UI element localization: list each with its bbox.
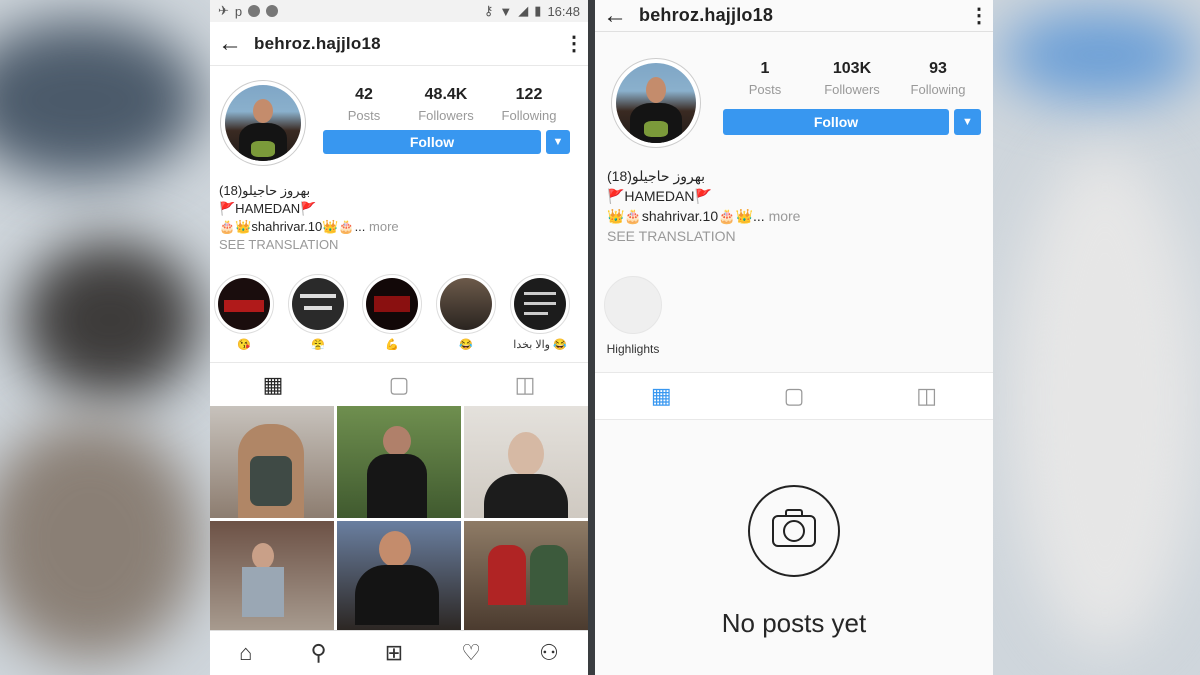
- followers-label: Followers: [824, 82, 880, 97]
- search-icon[interactable]: ⚲: [310, 640, 326, 666]
- avatar[interactable]: [220, 80, 306, 166]
- p-icon: p: [234, 3, 243, 19]
- divider: [588, 0, 595, 675]
- following-count: 122: [515, 86, 543, 103]
- telegram-icon: ✈: [218, 3, 229, 18]
- following-stat[interactable]: 93 Following: [898, 60, 978, 97]
- bio-name: بهروز حاجیلو(18): [607, 168, 706, 184]
- posts-label: Posts: [347, 108, 381, 123]
- followers-count: 48.4K: [424, 86, 468, 103]
- signal-icon: ◢: [518, 3, 529, 18]
- follow-button[interactable]: Follow: [723, 109, 949, 135]
- background-blur: [1000, 10, 1200, 100]
- post-thumbnail[interactable]: [464, 406, 588, 518]
- status-bar: ✈ p ⚷ ▼ ◢ ▮ 16:48: [210, 0, 588, 22]
- post-thumbnail[interactable]: [210, 406, 334, 518]
- followers-label: Followers: [418, 108, 474, 123]
- grid-view-icon[interactable]: ▦: [263, 372, 284, 398]
- followers-stat[interactable]: 48.4K Followers: [406, 86, 486, 123]
- key-icon: ⚷: [483, 3, 494, 18]
- highlight-label: 💪: [385, 339, 399, 351]
- profile-username: behroz.hajjlo18: [639, 5, 774, 25]
- highlight-label: والا بخدا 😂: [513, 339, 567, 351]
- posts-stat[interactable]: 1 Posts: [725, 60, 805, 97]
- more-link[interactable]: more: [369, 219, 399, 234]
- posts-label: Posts: [748, 82, 782, 97]
- highlight-item[interactable]: 😤: [288, 274, 348, 351]
- profile-header: ← behroz.hajjlo18 ⋮: [210, 22, 588, 66]
- no-posts-message: No posts yet: [721, 608, 867, 638]
- grid-view-icon[interactable]: ▦: [651, 383, 672, 409]
- status-time: 16:48: [547, 3, 580, 19]
- highlight-item[interactable]: 😘: [214, 274, 274, 351]
- highlight-item[interactable]: 😂: [436, 274, 496, 351]
- bio-birthday: 👑🎂shahrivar.10🎂👑...: [607, 208, 765, 224]
- tagged-photos-icon[interactable]: ◫: [916, 383, 937, 409]
- highlights-label: Highlights: [606, 342, 660, 356]
- posts-stat[interactable]: 42 Posts: [324, 86, 404, 123]
- highlights-placeholder[interactable]: Highlights: [604, 276, 662, 356]
- wifi-icon: ▼: [499, 3, 513, 19]
- highlight-label: 😘: [237, 339, 251, 351]
- posts-count: 42: [355, 86, 373, 103]
- igtv-icon[interactable]: ▢: [389, 372, 410, 398]
- highlight-item[interactable]: 💪: [362, 274, 422, 351]
- add-post-icon[interactable]: ⊞: [385, 640, 403, 666]
- see-translation-link[interactable]: SEE TRANSLATION: [219, 236, 579, 254]
- profile-screen-right: ← behroz.hajjlo18 ⋮ 1 Posts 103K Followe…: [595, 0, 993, 675]
- more-link[interactable]: more: [769, 208, 801, 224]
- bottom-nav: ⌂ ⚲ ⊞ ♡ ⚇: [210, 630, 588, 675]
- profile-tabs: ▦ ▢ ◫: [210, 362, 588, 408]
- post-thumbnail[interactable]: [337, 520, 461, 632]
- followers-count: 103K: [832, 60, 872, 77]
- profile-username: behroz.hajjlo18: [254, 33, 381, 53]
- camera-icon: [748, 485, 840, 577]
- bio: بهروز حاجیلو(18) 🚩HAMEDAN🚩 🎂👑shahrivar.1…: [219, 182, 579, 254]
- background-blur: [0, 420, 200, 660]
- notification-icon: [248, 5, 261, 17]
- bio-location: 🚩HAMEDAN🚩: [219, 201, 317, 216]
- follow-button[interactable]: Follow: [323, 130, 541, 154]
- bio-name: بهروز حاجیلو(18): [219, 183, 311, 198]
- highlight-label: 😂: [459, 339, 473, 351]
- background-blur: [0, 20, 200, 180]
- chevron-down-icon[interactable]: ▼: [954, 109, 981, 135]
- bio-location: 🚩HAMEDAN🚩: [607, 188, 712, 204]
- following-count: 93: [929, 60, 947, 77]
- notification-icon: [266, 5, 279, 17]
- avatar[interactable]: [611, 58, 701, 148]
- profile-icon[interactable]: ⚇: [539, 640, 559, 666]
- profile-screen-left: ✈ p ⚷ ▼ ◢ ▮ 16:48 ← behroz.hajjlo18 ⋮ 42…: [210, 0, 588, 675]
- back-arrow-icon[interactable]: ←: [218, 30, 254, 58]
- home-icon[interactable]: ⌂: [239, 640, 252, 666]
- post-thumbnail[interactable]: [337, 406, 461, 518]
- profile-header: ← behroz.hajjlo18 ⋮: [595, 0, 993, 32]
- tagged-photos-icon[interactable]: ◫: [515, 372, 536, 398]
- posts-count: 1: [760, 60, 770, 77]
- posts-grid: [210, 406, 588, 632]
- following-stat[interactable]: 122 Following: [489, 86, 569, 123]
- igtv-icon[interactable]: ▢: [784, 383, 805, 409]
- see-translation-link[interactable]: SEE TRANSLATION: [607, 226, 977, 246]
- bio-birthday: 🎂👑shahrivar.10👑🎂...: [219, 219, 366, 234]
- back-arrow-icon[interactable]: ←: [603, 2, 639, 30]
- profile-tabs: ▦ ▢ ◫: [595, 372, 993, 420]
- followers-stat[interactable]: 103K Followers: [812, 60, 892, 97]
- battery-icon: ▮: [534, 3, 542, 18]
- post-thumbnail[interactable]: [210, 520, 334, 632]
- highlight-item[interactable]: والا بخدا 😂: [510, 274, 570, 351]
- post-thumbnail[interactable]: [464, 520, 588, 632]
- background-blur: [20, 240, 200, 400]
- heart-icon[interactable]: ♡: [461, 640, 481, 666]
- background-blur: [1010, 150, 1200, 650]
- bio: بهروز حاجیلو(18) 🚩HAMEDAN🚩 👑🎂shahrivar.1…: [607, 166, 977, 246]
- more-options-icon[interactable]: ⋮: [969, 3, 989, 28]
- following-label: Following: [501, 108, 557, 123]
- more-options-icon[interactable]: ⋮: [564, 31, 584, 56]
- following-label: Following: [910, 82, 966, 97]
- highlight-label: 😤: [311, 339, 325, 351]
- chevron-down-icon[interactable]: ▼: [546, 130, 570, 154]
